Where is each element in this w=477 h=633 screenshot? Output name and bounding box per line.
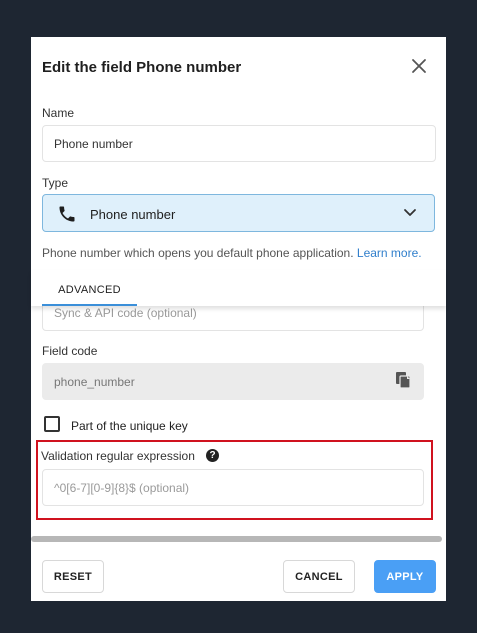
validation-regex-placeholder: ^0[6-7][0-9]{8}$ (optional) xyxy=(54,480,190,495)
horizontal-scrollbar[interactable] xyxy=(31,536,442,542)
tab-advanced[interactable]: ADVANCED xyxy=(42,284,137,306)
unique-key-checkbox[interactable] xyxy=(44,416,60,432)
field-code-label: Field code xyxy=(42,344,98,358)
help-icon-glyph: ? xyxy=(209,450,216,461)
type-help-description: Phone number which opens you default pho… xyxy=(42,246,354,260)
apply-button[interactable]: APPLY xyxy=(374,560,436,593)
field-code-value: phone_number xyxy=(54,374,135,389)
help-icon[interactable]: ? xyxy=(206,449,219,462)
dialog-title: Edit the field Phone number xyxy=(42,59,242,76)
dialog-header: Edit the field Phone number xyxy=(31,37,446,97)
learn-more-link[interactable]: Learn more. xyxy=(357,246,422,260)
name-input-value: Phone number xyxy=(54,136,133,151)
name-input[interactable]: Phone number xyxy=(42,125,436,162)
tabs-bar: ADVANCED xyxy=(31,270,446,306)
close-icon[interactable] xyxy=(410,57,428,75)
type-select-value: Phone number xyxy=(90,207,176,222)
chevron-down-icon xyxy=(404,209,416,216)
name-label: Name xyxy=(42,106,75,120)
type-help-text: Phone number which opens you default pho… xyxy=(42,246,422,260)
field-code-input: phone_number xyxy=(42,363,424,400)
type-label: Type xyxy=(42,176,69,190)
cancel-button[interactable]: CANCEL xyxy=(283,560,355,593)
unique-key-label: Part of the unique key xyxy=(71,419,188,433)
type-select[interactable]: Phone number xyxy=(42,194,435,232)
phone-icon xyxy=(59,206,75,222)
copy-icon[interactable] xyxy=(395,371,411,389)
sync-api-code-placeholder: Sync & API code (optional) xyxy=(54,306,197,320)
validation-label: Validation regular expression xyxy=(41,449,195,463)
reset-button[interactable]: RESET xyxy=(42,560,104,593)
edit-field-dialog: Edit the field Phone number Name Phone n… xyxy=(31,37,446,601)
validation-regex-input[interactable]: ^0[6-7][0-9]{8}$ (optional) xyxy=(42,469,424,506)
